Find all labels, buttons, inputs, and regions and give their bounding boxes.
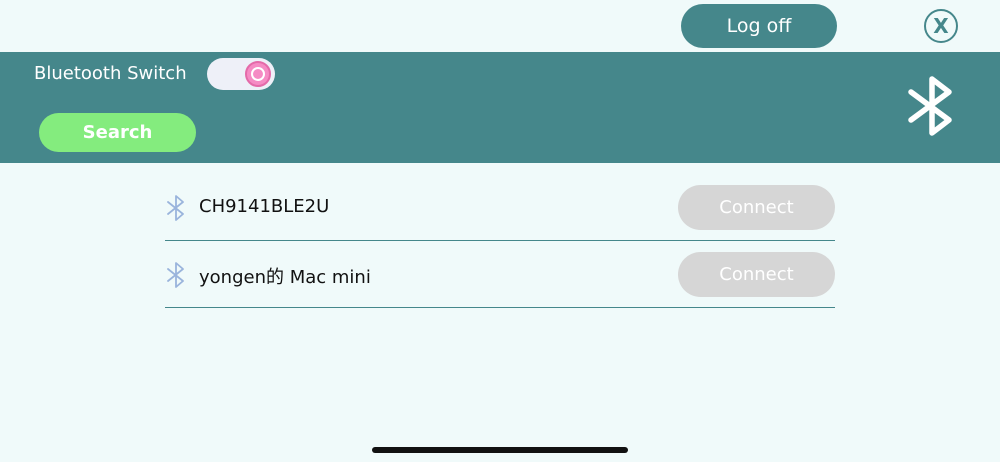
search-button[interactable]: Search — [39, 113, 196, 152]
top-bar: Log off X — [0, 0, 1000, 52]
connect-button[interactable]: Connect — [678, 252, 835, 297]
close-button[interactable]: X — [924, 9, 958, 43]
device-name: CH9141BLE2U — [199, 196, 330, 217]
bluetooth-control-panel: Bluetooth Switch Search — [0, 52, 1000, 163]
device-name: yongen的 Mac mini — [199, 267, 371, 288]
log-off-button[interactable]: Log off — [681, 4, 837, 48]
toggle-knob-ring — [251, 67, 265, 81]
bluetooth-icon — [167, 195, 184, 221]
device-row[interactable]: yongen的 Mac mini Connect — [165, 241, 835, 308]
bluetooth-icon — [908, 76, 952, 136]
connect-button[interactable]: Connect — [678, 185, 835, 230]
bluetooth-toggle[interactable] — [207, 58, 275, 90]
toggle-knob — [245, 61, 271, 87]
device-row[interactable]: CH9141BLE2U Connect — [165, 174, 835, 241]
home-indicator — [372, 447, 628, 453]
device-list: CH9141BLE2U Connect yongen的 Mac mini Con… — [165, 174, 835, 308]
bluetooth-icon — [167, 262, 184, 288]
bluetooth-switch-label: Bluetooth Switch — [34, 63, 187, 84]
